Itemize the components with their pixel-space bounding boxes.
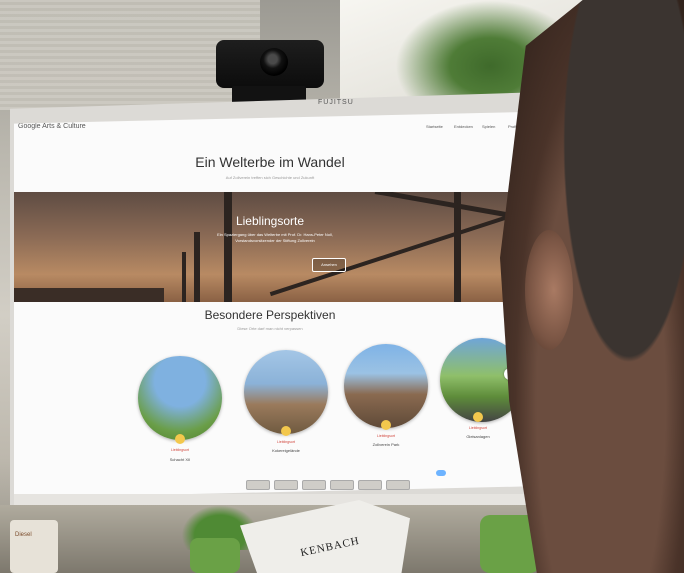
place-category: Lieblingsort [171, 448, 189, 452]
steel-column [224, 192, 232, 302]
banner-button[interactable]: Ansehen [312, 258, 346, 272]
mug-label: Diesel [15, 532, 32, 538]
monitor-buttons [246, 480, 446, 492]
site-logo[interactable]: Google Arts & Culture [18, 123, 86, 130]
place-name[interactable]: Kokereigelände [251, 448, 321, 453]
location-pin-icon [473, 412, 483, 422]
banner-text: Ein Spaziergang über das Welterbe mit Pr… [217, 232, 333, 243]
place-category: Lieblingsort [469, 426, 487, 430]
power-led [436, 470, 446, 476]
location-pin-icon [175, 434, 185, 444]
monitor-screen: Google Arts & Culture Startseite Entdeck… [14, 112, 526, 498]
photo-scene: FUJITSU Google Arts & Culture Startseite… [0, 0, 684, 573]
nav-item[interactable]: Startseite [426, 124, 443, 129]
person-ear [525, 230, 573, 350]
monitor-button[interactable] [274, 480, 298, 490]
monitor-brand: FUJITSU [318, 99, 354, 106]
webcam [216, 40, 324, 88]
hero-subtitle: Auf Zollverein treffen sich Geschichte u… [225, 175, 315, 180]
place-name[interactable]: Gleisanlagen [443, 434, 513, 439]
location-pin-icon [281, 426, 291, 436]
banner-title: Lieblingsorte [235, 214, 305, 228]
coffee-mug [10, 520, 58, 573]
skyline [14, 288, 164, 302]
webcam-lens [260, 48, 288, 76]
place-name[interactable]: Schacht XII [145, 457, 215, 462]
monitor-button[interactable] [302, 480, 326, 490]
location-pin-icon [381, 420, 391, 430]
monitor-button[interactable] [358, 480, 382, 490]
banner[interactable]: Lieblingsorte Ein Spaziergang über das W… [14, 192, 526, 302]
monitor-button[interactable] [330, 480, 354, 490]
chimney [182, 252, 186, 302]
nav-item[interactable]: Entdecken [454, 124, 473, 129]
nav-item[interactable]: Spielen [482, 124, 495, 129]
section-subtitle: Diese Orte darf man nicht verpassen [237, 326, 303, 331]
section-title: Besondere Perspektiven [204, 308, 336, 322]
place-name[interactable]: Zollverein Park [351, 442, 421, 447]
hero-title: Ein Welterbe im Wandel [195, 154, 345, 170]
place-image[interactable] [244, 350, 328, 434]
place-category: Lieblingsort [277, 440, 295, 444]
plant-pot [190, 538, 240, 573]
place-category: Lieblingsort [377, 434, 395, 438]
monitor-button[interactable] [246, 480, 270, 490]
place-image[interactable] [138, 356, 222, 440]
place-image[interactable] [344, 344, 428, 428]
monitor-button[interactable] [386, 480, 410, 490]
